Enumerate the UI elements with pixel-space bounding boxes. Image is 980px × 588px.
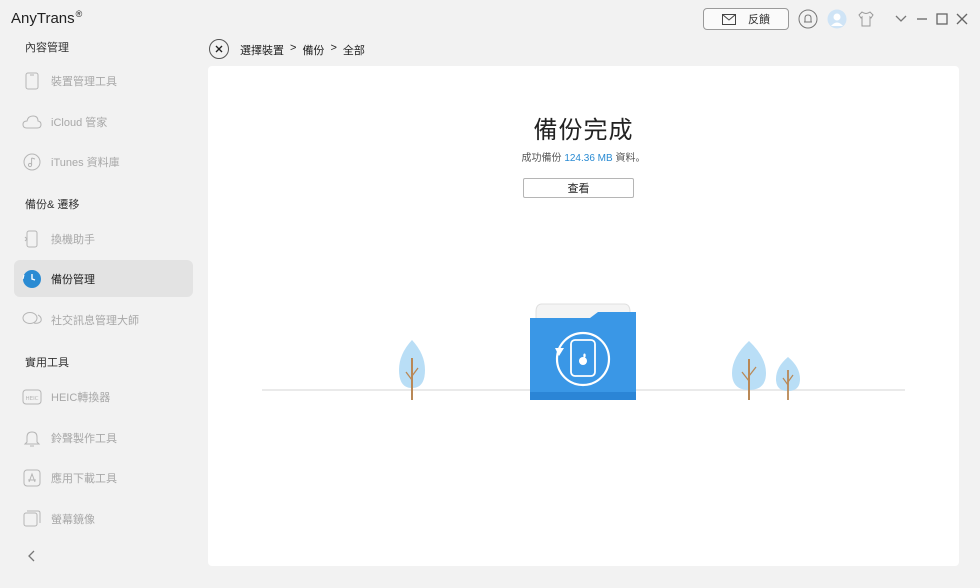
sidebar-item-heic-converter[interactable]: HEIC HEIC轉換器	[14, 378, 193, 415]
sidebar-item-itunes[interactable]: iTunes 資料庫	[14, 143, 193, 180]
close-window-icon[interactable]	[952, 9, 972, 29]
sidebar-item-screen-mirror[interactable]: 螢幕鏡像	[14, 500, 193, 537]
sidebar-item-label: 螢幕鏡像	[51, 513, 95, 526]
title-bar: AnyTrans® 反饋	[0, 0, 980, 36]
sidebar-item-icloud[interactable]: iCloud 管家	[14, 103, 193, 140]
collapse-sidebar-icon[interactable]	[24, 548, 40, 564]
close-icon[interactable]	[209, 39, 229, 59]
section-title-tools: 實用工具	[25, 357, 69, 369]
breadcrumb-all: 全部	[342, 45, 365, 57]
breadcrumb-separator: >	[290, 42, 297, 54]
app-store-icon	[22, 468, 42, 488]
sidebar: 內容管理 裝置管理工具 iCloud 管家 iTunes 資料庫 備份& 遷移 …	[0, 36, 207, 588]
result-message: 成功備份 124.36 MB 資料。	[208, 149, 959, 164]
sidebar-item-label: 裝置管理工具	[51, 75, 117, 88]
sidebar-item-ringtone-maker[interactable]: 鈴聲製作工具	[14, 419, 193, 456]
chevron-down-icon[interactable]	[891, 9, 911, 29]
sidebar-item-backup-manager[interactable]: 備份管理	[14, 260, 193, 297]
avatar[interactable]	[827, 9, 847, 29]
sidebar-item-label: HEIC轉換器	[51, 391, 111, 404]
sidebar-item-label: 應用下載工具	[51, 472, 117, 485]
sidebar-item-device-manager[interactable]: 裝置管理工具	[14, 62, 193, 99]
main-panel: 備份完成 成功備份 124.36 MB 資料。 查看	[208, 66, 959, 566]
screen-mirror-icon	[22, 509, 42, 529]
mail-icon	[722, 13, 736, 25]
sidebar-item-label: iCloud 管家	[51, 116, 108, 129]
app-logo: AnyTrans®	[11, 9, 83, 27]
music-note-icon	[22, 152, 42, 172]
breadcrumb-backup[interactable]: 備份	[302, 42, 324, 58]
phone-icon	[22, 71, 42, 91]
section-title-content: 內容管理	[25, 42, 69, 54]
sidebar-item-app-downloader[interactable]: 應用下載工具	[14, 459, 193, 496]
minimize-icon[interactable]	[912, 9, 932, 29]
message-suffix: 資料。	[612, 153, 646, 164]
backup-folder-icon	[530, 303, 636, 400]
heic-icon: HEIC	[22, 387, 42, 407]
tree-icon	[776, 357, 800, 400]
section-title-backup: 備份& 遷移	[25, 199, 80, 211]
bell-notification-icon[interactable]	[798, 9, 818, 29]
maximize-icon[interactable]	[932, 9, 952, 29]
feedback-label: 反饋	[748, 14, 770, 26]
phone-transfer-icon	[22, 229, 42, 249]
cloud-icon	[22, 112, 42, 132]
view-button[interactable]: 查看	[523, 178, 634, 198]
chat-bubbles-icon	[22, 310, 42, 330]
breadcrumb-separator: >	[330, 42, 337, 54]
sidebar-item-label: 鈴聲製作工具	[51, 432, 117, 445]
feedback-button[interactable]: 反饋	[703, 8, 789, 30]
tree-icon	[732, 341, 766, 400]
tshirt-icon[interactable]	[856, 9, 876, 29]
svg-text:HEIC: HEIC	[25, 396, 38, 402]
sidebar-item-label: 社交訊息管理大師	[51, 314, 139, 327]
breadcrumb: 選擇裝置 > 備份 > 全部	[240, 42, 365, 58]
backup-size: 124.36 MB	[564, 153, 613, 164]
sidebar-item-label: 備份管理	[51, 273, 95, 286]
sidebar-item-social-messages[interactable]: 社交訊息管理大師	[14, 301, 193, 338]
message-prefix: 成功備份	[521, 153, 565, 164]
backup-complete-illustration	[262, 303, 905, 400]
tree-icon	[399, 340, 425, 400]
sidebar-item-label: iTunes 資料庫	[51, 156, 120, 169]
sidebar-item-label: 換機助手	[51, 233, 95, 246]
breadcrumb-select-device[interactable]: 選擇裝置	[240, 42, 284, 58]
sidebar-item-phone-switcher[interactable]: 換機助手	[14, 220, 193, 257]
bell-icon	[22, 428, 42, 448]
page-title: 備份完成	[533, 117, 634, 144]
backup-clock-icon	[22, 269, 42, 289]
